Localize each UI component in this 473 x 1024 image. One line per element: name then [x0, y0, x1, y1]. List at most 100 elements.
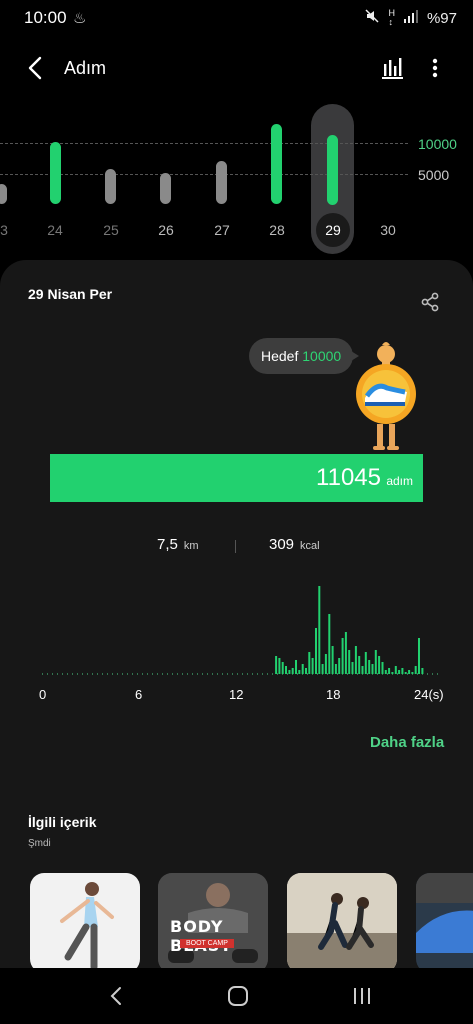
hourly-bar — [378, 656, 381, 674]
hourly-bar — [341, 638, 344, 674]
hourly-bar — [288, 670, 291, 674]
hourly-bar — [301, 664, 304, 674]
running-couple-thumbnail[interactable] — [287, 873, 397, 973]
grid-line-10000 — [0, 143, 408, 144]
hourly-bar — [305, 668, 307, 674]
hourly-bar — [298, 670, 301, 674]
hourly-bar — [381, 662, 384, 674]
hourly-bar — [411, 672, 414, 674]
day-bar-28[interactable] — [271, 124, 282, 204]
distance-unit: km — [183, 540, 199, 552]
hourly-bar — [348, 650, 351, 674]
goal-label: Hedef — [261, 348, 299, 364]
hour-label-6: 6 — [135, 687, 143, 702]
calories-value: 309 — [269, 536, 295, 553]
body-blast-thumbnail[interactable]: BODY BLAST BOOT CAMP — [158, 873, 268, 973]
day-label-3[interactable]: 3 — [0, 222, 24, 238]
hourly-bar — [285, 666, 287, 674]
hourly-bar — [275, 656, 278, 674]
bar-chart-icon[interactable] — [378, 54, 406, 82]
day-bar-25[interactable] — [105, 169, 116, 204]
day-bar-3[interactable] — [0, 184, 7, 204]
signal-h-icon: H ↕ — [388, 8, 395, 27]
status-time: 10:00 — [24, 8, 67, 27]
goal-bubble: Hedef 10000 — [249, 338, 359, 374]
hourly-bar — [371, 664, 374, 674]
grid-line-5000 — [0, 174, 408, 175]
grid-label-10000: 10000 — [418, 136, 457, 152]
hourly-bar — [368, 660, 371, 674]
daily-detail-card: 29 Nisan Per Hedef 10000 11045 adım 7,5 k… — [0, 260, 473, 1024]
related-content-subtitle: Şmdi — [28, 838, 51, 849]
app-header: Adım — [0, 46, 473, 90]
hourly-bar — [321, 664, 324, 674]
status-bar: 10:00 ♨ H ↕ %97 — [0, 0, 473, 36]
mascot-shoe-icon — [353, 338, 419, 452]
hourly-bar — [328, 614, 331, 674]
hourly-bar — [308, 652, 311, 674]
body-blast-text: BODY BLAST — [170, 917, 231, 955]
calories-unit: kcal — [300, 540, 320, 552]
day-bar-29[interactable] — [327, 135, 338, 205]
mute-icon — [364, 8, 380, 28]
hourly-bar — [404, 672, 407, 674]
share-icon[interactable] — [418, 290, 442, 314]
hourly-bar — [295, 660, 297, 674]
weekly-steps-chart: 10000 5000 3 24 25 26 27 28 29 30 — [0, 100, 473, 254]
system-nav-bar — [0, 968, 473, 1024]
hourly-bar — [281, 662, 284, 674]
stats-row: 7,5 km 309 kcal — [0, 536, 473, 558]
day-bar-26[interactable] — [160, 173, 171, 204]
distance-value: 7,5 — [157, 536, 178, 553]
hourly-bar — [324, 654, 327, 674]
day-label-25[interactable]: 25 — [91, 222, 131, 238]
battery-text: %97 — [426, 9, 457, 27]
hourly-bar — [354, 646, 357, 674]
home-icon[interactable] — [224, 982, 252, 1010]
day-label-27[interactable]: 27 — [202, 222, 242, 238]
day-bar-27[interactable] — [216, 161, 227, 204]
back-arrow-icon[interactable] — [22, 54, 50, 82]
hourly-bar — [338, 658, 341, 674]
hourly-bar — [394, 666, 397, 674]
hourly-bar — [391, 672, 394, 674]
hourly-bar — [315, 628, 317, 674]
stats-divider — [235, 540, 236, 553]
hour-label-24: 24(s) — [414, 687, 444, 702]
blue-workout-thumbnail[interactable] — [416, 873, 473, 973]
day-label-30[interactable]: 30 — [368, 222, 408, 238]
day-bar-24[interactable] — [50, 142, 61, 204]
hour-label-12: 12 — [229, 687, 244, 702]
hourly-bar — [364, 652, 367, 674]
hourly-bar — [408, 670, 411, 674]
steps-count: 11045 — [316, 464, 381, 491]
hourly-bar — [311, 658, 314, 674]
day-label-29-selected[interactable]: 29 — [313, 222, 353, 238]
day-label-28[interactable]: 28 — [257, 222, 297, 238]
hourly-bar — [398, 670, 401, 674]
hourly-bar — [401, 668, 404, 674]
hourly-bar — [278, 658, 281, 674]
more-vert-icon[interactable] — [424, 54, 446, 82]
hourly-bar — [291, 668, 294, 674]
page-title: Adım — [64, 58, 107, 78]
stretching-woman-thumbnail[interactable] — [30, 873, 140, 973]
related-content-title: İlgili içerik — [28, 814, 97, 830]
hourly-bar — [361, 666, 364, 674]
hourly-bar — [331, 646, 334, 674]
grid-label-5000: 5000 — [418, 167, 450, 183]
recent-apps-icon[interactable] — [348, 982, 376, 1010]
cell-signal-icon — [403, 9, 419, 27]
hourly-bar — [418, 638, 420, 674]
more-button[interactable]: Daha fazla — [370, 734, 444, 751]
hourly-bar — [351, 662, 354, 674]
day-label-24[interactable]: 24 — [35, 222, 75, 238]
steps-unit: adım — [386, 474, 413, 488]
hourly-bar — [421, 668, 424, 674]
day-label-26[interactable]: 26 — [146, 222, 186, 238]
hourly-bar — [344, 632, 347, 674]
back-nav-icon[interactable] — [102, 982, 130, 1010]
hourly-bar — [384, 670, 387, 674]
steps-progress-bar: 11045 adım — [50, 454, 423, 502]
hourly-bar — [358, 656, 361, 674]
